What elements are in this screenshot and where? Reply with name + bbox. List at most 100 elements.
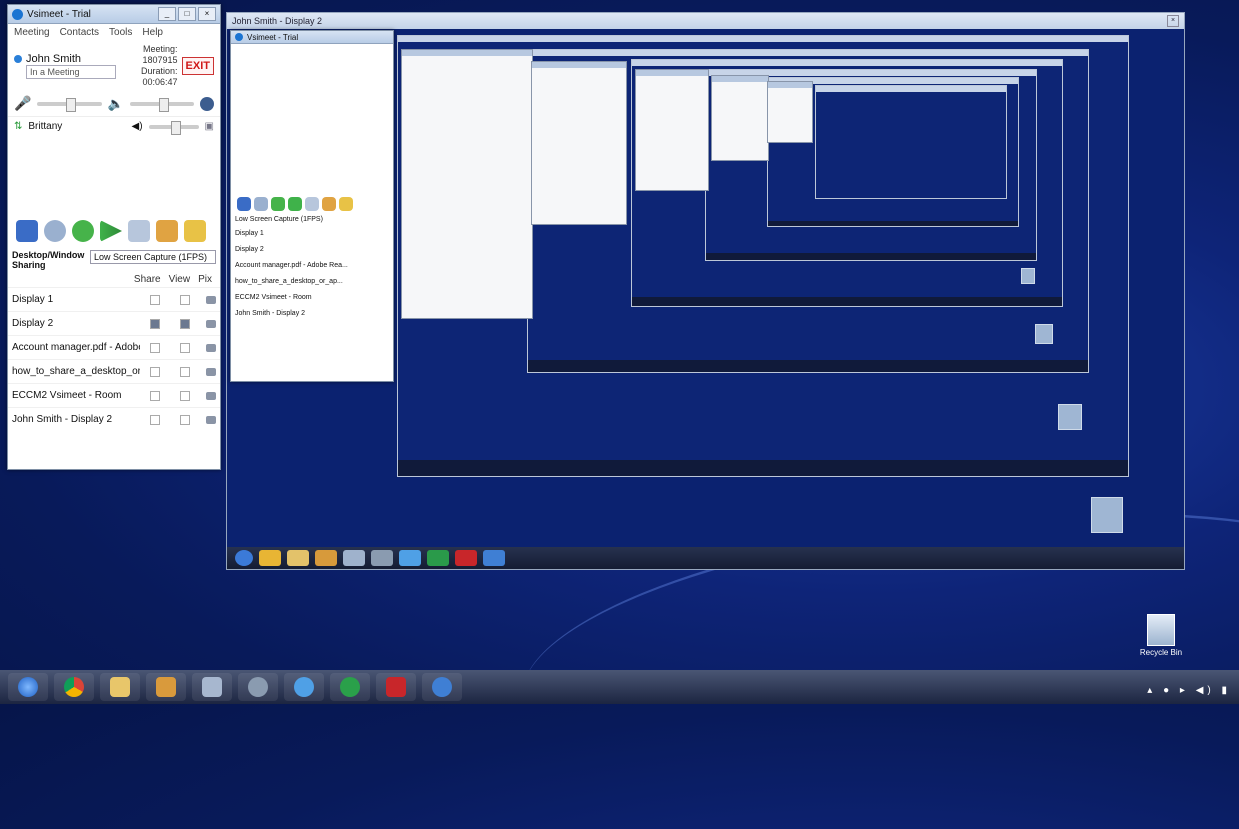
participant-speaker-icon[interactable]: ◀) xyxy=(132,121,143,132)
microphone-icon[interactable]: 🎤 xyxy=(14,95,31,112)
taskbar-word[interactable] xyxy=(192,673,232,701)
share-item-row[interactable]: Display 2 xyxy=(8,311,220,335)
vsimeet-titlebar[interactable]: Vsimeet - Trial _ □ × xyxy=(8,5,220,24)
menu-bar: Meeting Contacts Tools Help xyxy=(8,24,220,41)
pix-icon[interactable] xyxy=(206,415,216,424)
share-checkbox[interactable] xyxy=(150,366,160,377)
taskbar-explorer[interactable] xyxy=(100,673,140,701)
headset-icon[interactable] xyxy=(200,96,214,111)
nested-share-item: John Smith - Display 2 xyxy=(235,310,306,317)
view-checkbox[interactable] xyxy=(180,318,190,329)
status-dropdown[interactable]: In a Meeting xyxy=(26,65,116,79)
contacts-icon[interactable] xyxy=(184,220,206,242)
close-icon[interactable]: × xyxy=(198,7,216,21)
view-checkbox[interactable] xyxy=(180,294,190,305)
share-item-row[interactable]: Display 1 xyxy=(8,287,220,311)
pix-icon[interactable] xyxy=(206,295,216,304)
exit-button[interactable]: EXIT xyxy=(181,57,214,75)
speaker-volume-slider[interactable] xyxy=(129,97,194,112)
maximize-icon[interactable]: □ xyxy=(178,7,196,21)
share-item-row[interactable]: John Smith - Display 2 xyxy=(8,407,220,431)
pix-icon[interactable] xyxy=(206,391,216,400)
share-item-label: how_to_share_a_desktop_or_ap... xyxy=(12,366,140,377)
disk-icon xyxy=(371,550,393,566)
nested-sharing-toolbar xyxy=(231,194,393,214)
meeting-duration: Duration: 00:06:47 xyxy=(141,66,178,87)
recycle-bin-icon xyxy=(1091,497,1123,533)
view-checkbox[interactable] xyxy=(180,342,190,353)
pix-icon[interactable] xyxy=(206,367,216,376)
close-icon[interactable]: × xyxy=(1167,15,1179,27)
view-checkbox[interactable] xyxy=(180,414,190,425)
vsimeet-logo-icon xyxy=(12,8,23,20)
speaker-icon[interactable]: 🔈 xyxy=(108,96,124,112)
file-explorer-icon xyxy=(110,677,130,697)
media-icon xyxy=(156,677,176,697)
nested-window-titlebar xyxy=(402,50,532,56)
view-checkbox[interactable] xyxy=(180,366,190,377)
disk-icon xyxy=(248,677,268,697)
meeting-info: Meeting: 1807915 Duration: 00:06:47 xyxy=(116,44,178,88)
share-checkbox[interactable] xyxy=(150,390,160,401)
participant-volume-slider[interactable] xyxy=(148,120,199,135)
nested-vsimeet-window-1 xyxy=(401,49,533,319)
share-item-label: John Smith - Display 2 xyxy=(12,414,113,425)
share-checkbox[interactable] xyxy=(150,294,160,305)
desktop-share-icon xyxy=(237,197,251,211)
taskbar-spotify[interactable] xyxy=(330,673,370,701)
recycle-bin-icon xyxy=(1021,268,1035,284)
document-icon[interactable] xyxy=(128,220,150,242)
start-button[interactable] xyxy=(8,673,48,701)
sync-icon[interactable] xyxy=(72,220,94,242)
vsimeet-icon xyxy=(432,677,452,697)
nested-taskbar xyxy=(768,221,1018,226)
user-status-row: John Smith In a Meeting Meeting: 1807915… xyxy=(8,41,220,91)
taskbar-chrome[interactable] xyxy=(54,673,94,701)
recycle-bin-icon xyxy=(1035,324,1053,344)
menu-meeting[interactable]: Meeting xyxy=(14,27,50,38)
remote-window-titlebar[interactable]: John Smith - Display 2 × xyxy=(227,13,1184,29)
user-icon[interactable] xyxy=(156,220,178,242)
share-checkbox[interactable] xyxy=(150,318,160,329)
participant-video-icon[interactable]: ▣ xyxy=(205,121,214,132)
play-icon xyxy=(288,197,302,211)
share-item-row[interactable]: ECCM2 Vsimeet - Room xyxy=(8,383,220,407)
nested-share-item: Display 1 xyxy=(235,230,264,237)
taskbar-disk[interactable] xyxy=(238,673,278,701)
acrobat-icon xyxy=(386,677,406,697)
nested-vsimeet-window: Vsimeet - Trial Low Screen Capture (1FPS… xyxy=(230,30,394,382)
user-name: John Smith xyxy=(26,53,82,65)
audio-controls: 🎤 🔈 xyxy=(8,91,220,116)
share-item-label: Display 2 xyxy=(12,318,54,329)
mic-volume-slider[interactable] xyxy=(37,97,102,112)
share-item-row[interactable]: Account manager.pdf - Adobe Rea... xyxy=(8,335,220,359)
desktop-share-icon[interactable] xyxy=(16,220,38,242)
play-icon[interactable] xyxy=(100,220,122,242)
taskbar-acrobat[interactable] xyxy=(376,673,416,701)
recycle-bin-icon xyxy=(1147,614,1175,646)
capture-mode-dropdown[interactable]: Low Screen Capture (1FPS) xyxy=(90,250,216,264)
taskbar-media[interactable] xyxy=(146,673,186,701)
nested-window-titlebar xyxy=(532,62,626,68)
minimize-icon[interactable]: _ xyxy=(158,7,176,21)
user-icon xyxy=(322,197,336,211)
share-item-row[interactable]: how_to_share_a_desktop_or_ap... xyxy=(8,359,220,383)
share-checkbox[interactable] xyxy=(150,414,160,425)
pix-icon[interactable] xyxy=(206,343,216,352)
nested-window-titlebar xyxy=(636,70,708,76)
nested-display-titlebar xyxy=(632,60,1062,66)
participant-row[interactable]: ⇅ Brittany ◀) ▣ xyxy=(8,116,220,136)
menu-tools[interactable]: Tools xyxy=(109,27,132,38)
taskbar-ie[interactable] xyxy=(284,673,324,701)
taskbar-vsimeet[interactable] xyxy=(422,673,462,701)
desktop-recycle-bin[interactable]: Recycle Bin xyxy=(1136,614,1186,664)
menu-help[interactable]: Help xyxy=(142,27,163,38)
pix-icon[interactable] xyxy=(206,319,216,328)
whiteboard-icon[interactable] xyxy=(44,220,66,242)
share-checkbox[interactable] xyxy=(150,342,160,353)
view-checkbox[interactable] xyxy=(180,390,190,401)
menu-contacts[interactable]: Contacts xyxy=(60,27,99,38)
system-tray[interactable]: ▴ ● ▸ ◀) ▮ xyxy=(1147,685,1231,696)
participant-status-icon: ⇅ xyxy=(14,121,23,132)
vsimeet-main-window[interactable]: Vsimeet - Trial _ □ × Meeting Contacts T… xyxy=(7,4,221,470)
